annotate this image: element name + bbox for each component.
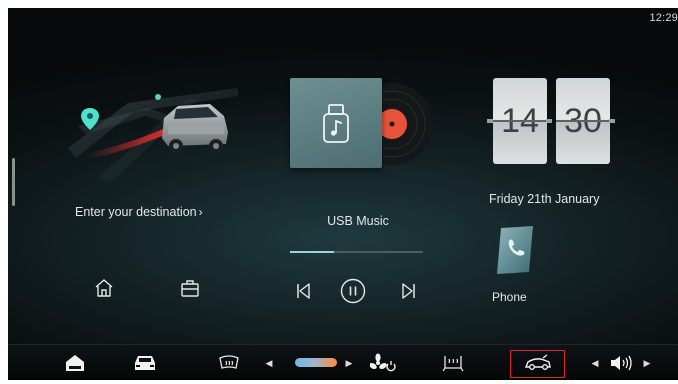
usb-music-icon (323, 104, 349, 143)
chevron-right-icon: › (198, 205, 203, 219)
fan-power-icon (370, 353, 396, 372)
dock-car-settings-button[interactable] (520, 345, 556, 380)
car-settings-icon (524, 354, 551, 370)
album-art[interactable] (290, 78, 433, 176)
car-front-icon (135, 356, 155, 370)
music-progress-bar[interactable] (290, 251, 423, 253)
triangle-left-icon: ◀ (265, 357, 273, 368)
bottom-dock: ◀ ▶ ◀ ▶ (8, 344, 678, 380)
pause-icon[interactable] (340, 278, 366, 304)
car-illustration-icon (162, 104, 228, 153)
next-track-icon[interactable] (400, 281, 418, 301)
dock-fan-button[interactable] (368, 345, 398, 380)
home-icon (66, 355, 84, 371)
dock-rear-defrost-button[interactable] (214, 345, 244, 380)
phone-app-icon[interactable] (495, 226, 535, 274)
clock-hours: 14 (493, 78, 547, 164)
music-source-label: USB Music (327, 214, 389, 228)
clock-minutes: 30 (556, 78, 610, 164)
temperature-increase-button[interactable]: ▶ (342, 345, 356, 380)
triangle-right-icon: ▶ (345, 357, 353, 368)
triangle-right-icon: ▶ (643, 357, 651, 368)
dock-seat-heat-button[interactable] (438, 345, 468, 380)
music-card[interactable]: USB Music (278, 78, 433, 304)
previous-track-icon[interactable] (294, 281, 312, 301)
dock-volume-button[interactable] (606, 345, 636, 380)
music-progress-fill (290, 251, 334, 253)
home-icon[interactable] (93, 277, 115, 299)
volume-decrease-button[interactable]: ◀ (588, 345, 602, 380)
rear-defrost-icon (219, 355, 239, 369)
volume-icon (611, 355, 632, 371)
dock-vehicle-button[interactable] (130, 345, 160, 380)
navigation-card[interactable]: Enter your destination › (68, 78, 248, 303)
dock-home-button[interactable] (60, 345, 90, 380)
side-drawer-handle[interactable] (12, 158, 15, 206)
map-car-illustration (68, 88, 238, 182)
phone-label: Phone (492, 290, 527, 304)
temperature-slider[interactable] (295, 358, 337, 367)
destination-prompt-label: Enter your destination (75, 205, 197, 219)
date-label: Friday 21th January (489, 192, 600, 206)
infotainment-screen: 12:29 Enter your destination › USB Music… (8, 8, 678, 380)
volume-increase-button[interactable]: ▶ (640, 345, 654, 380)
destination-prompt[interactable]: Enter your destination › (75, 205, 203, 219)
status-clock: 12:29 (649, 12, 678, 24)
briefcase-icon[interactable] (179, 277, 201, 299)
triangle-left-icon: ◀ (591, 357, 599, 368)
seat-heat-icon (442, 356, 464, 372)
clock-card[interactable]: 14 30 Friday 21th January Phone (484, 78, 644, 308)
temperature-decrease-button[interactable]: ◀ (262, 345, 276, 380)
